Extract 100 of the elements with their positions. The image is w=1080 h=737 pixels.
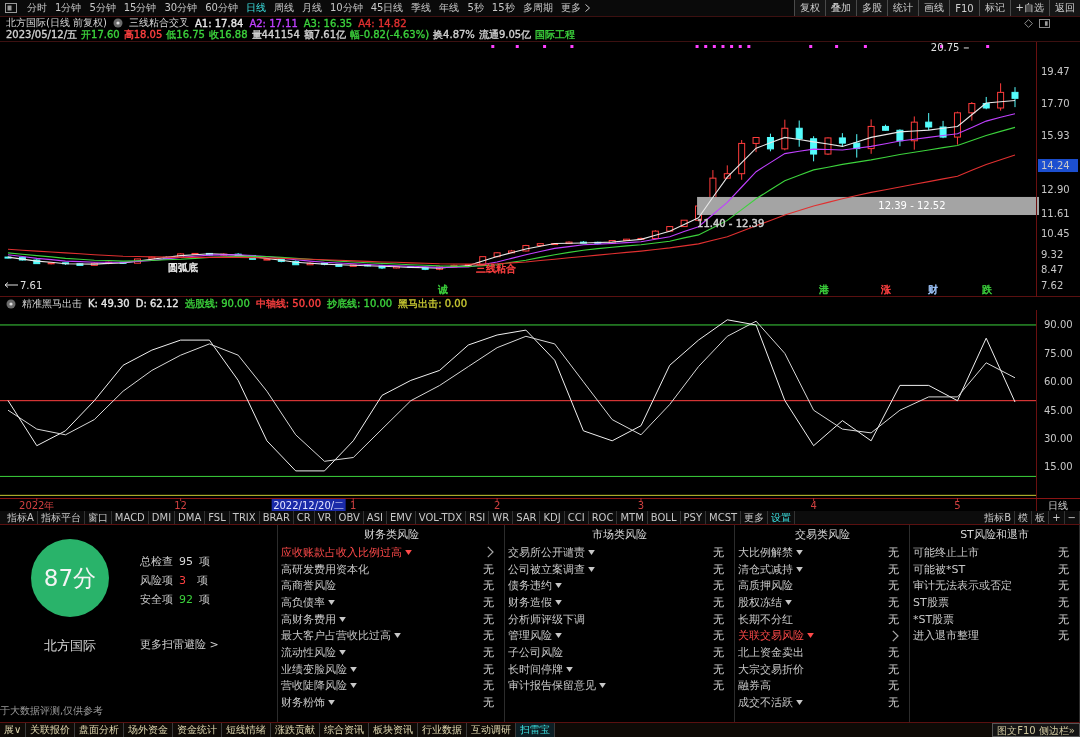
- indicator-tab[interactable]: WR: [489, 511, 514, 524]
- indicator-circle-icon[interactable]: [113, 18, 123, 28]
- bottom-tab[interactable]: 板块资讯: [369, 723, 419, 737]
- toolbar-button[interactable]: 复权: [794, 0, 826, 16]
- risk-item[interactable]: ST股票: [913, 594, 949, 610]
- period-tab[interactable]: 15分钟: [119, 0, 161, 16]
- risk-item[interactable]: 营收陡降风险: [281, 678, 347, 694]
- toolbar-button[interactable]: 统计: [887, 0, 919, 16]
- period-tab[interactable]: 45日线: [366, 0, 408, 16]
- indicator-tab[interactable]: MTM: [617, 511, 648, 524]
- caret-down-icon[interactable]: [796, 549, 803, 555]
- period-tab[interactable]: 日线: [241, 0, 270, 16]
- sidebar-button[interactable]: 图文F10 侧边栏»: [992, 723, 1080, 737]
- risk-item[interactable]: 关联交易风险: [738, 628, 804, 644]
- indicator-tab[interactable]: FSL: [205, 511, 230, 524]
- indicator-tab[interactable]: DMA: [175, 511, 206, 524]
- risk-item[interactable]: 高商誉风险: [281, 578, 336, 594]
- risk-item[interactable]: 债务违约: [508, 578, 552, 594]
- caret-down-icon[interactable]: [796, 566, 803, 572]
- indicator-circle-icon[interactable]: [6, 298, 16, 309]
- risk-item[interactable]: 成交不活跃: [738, 695, 793, 711]
- indicator-tab[interactable]: 指标A: [4, 511, 38, 524]
- bottom-tab[interactable]: 涨跌贡献: [271, 723, 321, 737]
- toolbar-button[interactable]: 画线: [918, 0, 950, 16]
- indicator-tab[interactable]: −: [1064, 511, 1080, 524]
- toolbar-button[interactable]: F10: [949, 0, 979, 16]
- bottom-tab[interactable]: 关联报价: [26, 723, 76, 737]
- risk-item[interactable]: 子公司风险: [508, 644, 563, 660]
- indicator-tab[interactable]: EMV: [387, 511, 416, 524]
- caret-down-icon[interactable]: [588, 549, 595, 555]
- indicator-tab[interactable]: OBV: [335, 511, 364, 524]
- toolbar-button[interactable]: 标记: [978, 0, 1010, 16]
- caret-down-icon[interactable]: [339, 649, 346, 655]
- toolbar-button[interactable]: 返回: [1049, 0, 1080, 16]
- indicator-tab[interactable]: TRIX: [229, 511, 260, 524]
- caret-down-icon[interactable]: [328, 599, 335, 605]
- risk-item[interactable]: 财务粉饰: [281, 695, 325, 711]
- indicator-tab[interactable]: BOLL: [647, 511, 681, 524]
- indicator-tab[interactable]: SAR: [513, 511, 541, 524]
- indicator-tab[interactable]: ASI: [363, 511, 387, 524]
- caret-down-icon[interactable]: [350, 683, 357, 689]
- risk-item[interactable]: 可能被*ST: [913, 561, 966, 577]
- period-tab[interactable]: 1分钟: [51, 0, 86, 16]
- indicator-tab[interactable]: CR: [293, 511, 315, 524]
- more-scan-link[interactable]: 更多扫雷避险 >: [140, 637, 219, 652]
- indicator-tab[interactable]: VOL-TDX: [415, 511, 467, 524]
- bottom-tab[interactable]: 场外资金: [124, 723, 174, 737]
- risk-item[interactable]: 最大客户占营收比过高: [281, 628, 391, 644]
- indicator-tab[interactable]: +: [1049, 511, 1065, 524]
- period-tab[interactable]: 季线: [407, 0, 436, 16]
- risk-item[interactable]: 管理风险: [508, 628, 552, 644]
- caret-down-icon[interactable]: [405, 549, 412, 555]
- caret-down-icon[interactable]: [555, 599, 562, 605]
- risk-item[interactable]: 北上资金卖出: [738, 644, 804, 660]
- period-tab[interactable]: 30分钟: [160, 0, 202, 16]
- bottom-tab[interactable]: 综合资讯: [320, 723, 370, 737]
- period-tab[interactable]: 多周期: [518, 0, 557, 16]
- window-icon[interactable]: [5, 3, 17, 13]
- caret-down-icon[interactable]: [785, 599, 792, 605]
- caret-down-icon[interactable]: [394, 633, 401, 639]
- indicator-tab[interactable]: MACD: [111, 511, 149, 524]
- risk-item[interactable]: 审计无法表示或否定: [913, 578, 1012, 594]
- period-tab[interactable]: 分时: [23, 0, 51, 16]
- indicator-tab[interactable]: 指标平台: [37, 511, 85, 524]
- indicator-tab[interactable]: PSY: [680, 511, 706, 524]
- risk-item[interactable]: 高财务费用: [281, 611, 336, 627]
- bottom-tab[interactable]: 资金统计: [173, 723, 223, 737]
- indicator-tab[interactable]: KDJ: [540, 511, 565, 524]
- risk-item[interactable]: 高质押风险: [738, 578, 793, 594]
- indicator-tab[interactable]: DMI: [148, 511, 176, 524]
- risk-item[interactable]: 交易所公开谴责: [508, 544, 585, 560]
- risk-item[interactable]: 大比例解禁: [738, 544, 793, 560]
- risk-item[interactable]: 股权冻结: [738, 594, 782, 610]
- chevron-right-icon[interactable]: [487, 546, 494, 559]
- more-button[interactable]: 更多: [556, 0, 594, 16]
- risk-item[interactable]: 应收账款占收入比例过高: [281, 544, 402, 560]
- period-tab[interactable]: 60分钟: [201, 0, 242, 16]
- indicator-tab[interactable]: RSI: [466, 511, 490, 524]
- bottom-tab[interactable]: 短线情绪: [222, 723, 272, 737]
- indicator-tab[interactable]: 窗口: [84, 511, 112, 524]
- bottom-tab[interactable]: 扫雷宝: [516, 723, 556, 737]
- risk-item[interactable]: 分析师评级下调: [508, 611, 585, 627]
- period-tab[interactable]: 5秒: [463, 0, 488, 16]
- indicator-tab[interactable]: 板: [1032, 511, 1050, 524]
- caret-down-icon[interactable]: [807, 633, 814, 639]
- caret-down-icon[interactable]: [328, 700, 335, 706]
- period-tab[interactable]: 年线: [435, 0, 464, 16]
- risk-item[interactable]: 财务造假: [508, 594, 552, 610]
- risk-item[interactable]: 大宗交易折价: [738, 661, 804, 677]
- risk-item[interactable]: 长时间停牌: [508, 661, 563, 677]
- indicator-name[interactable]: 三线粘合交叉: [129, 16, 189, 30]
- indicator-tab[interactable]: BRAR: [259, 511, 294, 524]
- panel-icon[interactable]: [1039, 18, 1050, 28]
- period-tab[interactable]: 5分钟: [85, 0, 120, 16]
- period-tab[interactable]: 周线: [269, 0, 298, 16]
- risk-item[interactable]: 流动性风险: [281, 644, 336, 660]
- bottom-tab[interactable]: 行业数据: [418, 723, 468, 737]
- risk-item[interactable]: 长期不分红: [738, 611, 793, 627]
- caret-down-icon[interactable]: [566, 666, 573, 672]
- risk-item[interactable]: 审计报告保留意见: [508, 678, 596, 694]
